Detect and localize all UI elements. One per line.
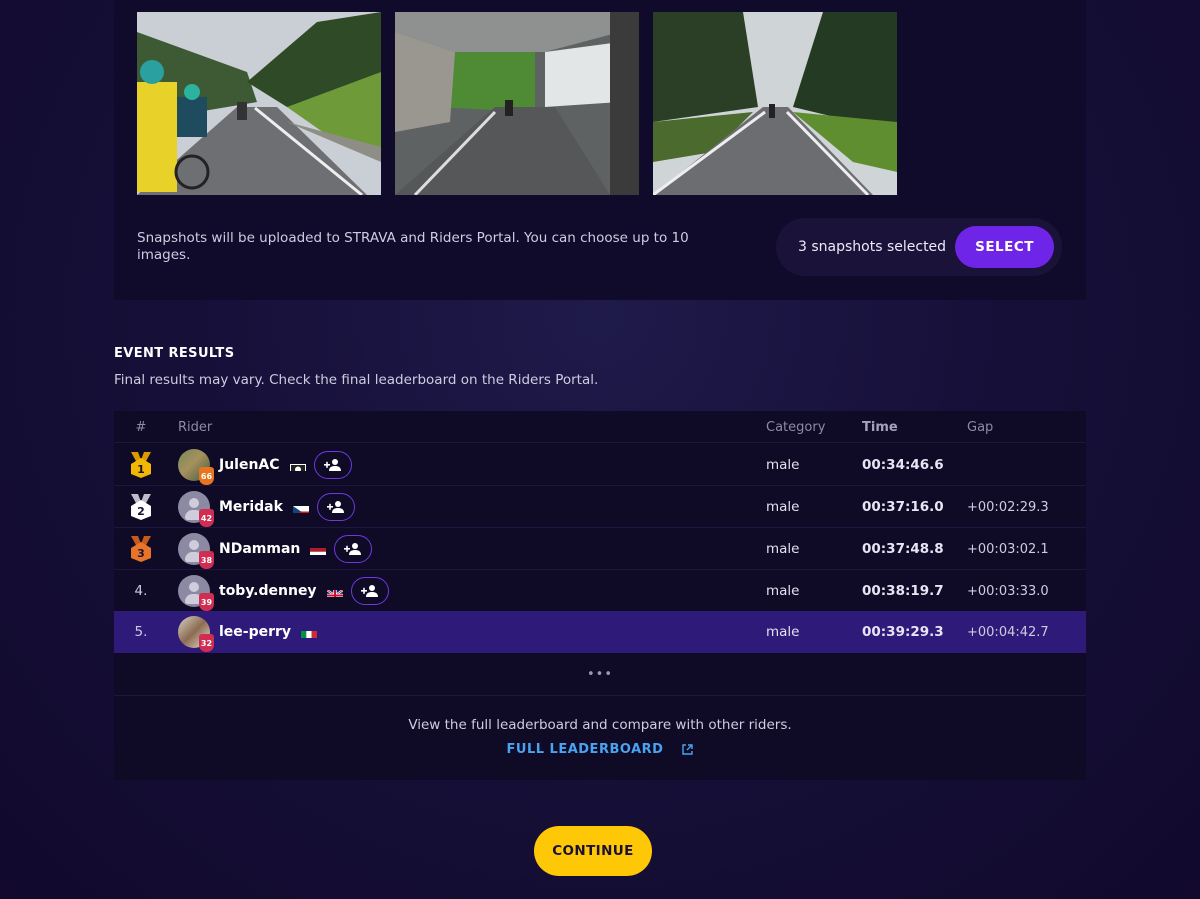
snapshot-select-bar: 3 snapshots selected SELECT [776,218,1062,276]
rider-time: 00:38:19.7 [862,583,944,599]
avatar[interactable]: 39 [178,575,214,611]
snapshot-tunnel-road[interactable] [395,12,639,195]
rider-cell: 38 NDamman [178,528,373,570]
follow-rider-button[interactable] [334,535,373,563]
add-user-icon [360,585,378,597]
rider-name[interactable]: toby.denney [219,583,317,599]
snapshot-upload-note: Snapshots will be uploaded to STRAVA and… [137,230,689,263]
avatar[interactable]: 66 [178,449,214,485]
rider-gap: +00:03:02.1 [967,541,1049,557]
rider-category: male [766,583,800,599]
svg-text:1: 1 [137,463,145,476]
flag-icon [289,460,306,471]
col-rider-header: Rider [178,419,213,435]
avatar[interactable]: 38 [178,533,214,569]
svg-text:2: 2 [137,505,145,518]
level-badge: 39 [199,593,214,611]
level-badge: 32 [199,634,214,652]
rider-cell: 42 Meridak [178,486,355,528]
follow-rider-button[interactable] [350,577,389,605]
snapshot-forest-road[interactable] [653,12,897,195]
snapshot-thumbnails [137,12,897,195]
rider-time: 00:34:46.6 [862,457,944,473]
col-time-header: Time [862,419,898,435]
flag-italy-icon [301,627,318,638]
snapshot-count: 3 snapshots selected [798,239,947,255]
event-results-subtitle: Final results may vary. Check the final … [114,372,599,388]
rider-category: male [766,499,800,515]
level-badge: 42 [199,509,214,527]
table-row: 3 38 NDamman male 00:37:48.8 +00:03:02.1 [114,528,1086,570]
select-snapshots-button[interactable]: SELECT [955,226,1054,268]
rider-name[interactable]: lee-perry [219,624,291,640]
col-rank-header: # [135,419,147,435]
rider-gap: +00:02:29.3 [967,499,1049,515]
leaderboard: # Rider Category Time Gap 1 66 JulenAC m… [114,411,1086,780]
col-category-header: Category [766,419,826,435]
table-row: 2 42 Meridak male 00:37:16.0 +00:02:29.3 [114,486,1086,528]
follow-rider-button[interactable] [313,451,352,479]
continue-button[interactable]: CONTINUE [534,826,652,876]
follow-rider-button[interactable] [316,493,355,521]
rider-category: male [766,624,800,640]
rider-time: 00:37:16.0 [862,499,944,515]
full-leaderboard-link-row: FULL LEADERBOARD [114,742,1086,757]
event-results-title: EVENT RESULTS [114,346,235,361]
rider-cell: 39 toby.denney [178,570,389,612]
add-user-icon [326,501,344,513]
rider-time: 00:39:29.3 [862,624,944,640]
level-badge: 38 [199,551,214,569]
external-link-icon[interactable] [682,744,694,755]
rider-name[interactable]: NDamman [219,541,300,557]
col-gap-header: Gap [967,419,994,435]
rider-rank: 4. [134,583,148,599]
rider-gap: +00:03:33.0 [967,583,1049,599]
rider-time: 00:37:48.8 [862,541,944,557]
rider-category: male [766,457,800,473]
rider-cell: 32 lee-perry [178,611,325,653]
rider-rank: 5. [134,624,148,640]
medal-silver-icon: 2 [114,486,168,528]
event-summary-page: Snapshots will be uploaded to STRAVA and… [0,0,1200,899]
add-user-icon [323,459,341,471]
rider-gap: +00:04:42.7 [967,624,1049,640]
rider-name[interactable]: Meridak [219,499,283,515]
leaderboard-header: # Rider Category Time Gap [114,411,1086,443]
level-badge: 66 [199,467,214,485]
rider-name[interactable]: JulenAC [219,457,280,473]
snapshot-cyclists-road[interactable] [137,12,381,195]
full-leaderboard-link[interactable]: FULL LEADERBOARD [507,742,664,757]
table-row: 1 66 JulenAC male 00:34:46.6 [114,444,1086,486]
table-row: 4. 39 toby.denney male 00:38:19.7 +00:03… [114,570,1086,612]
svg-text:3: 3 [137,547,145,560]
flag-netherlands-icon [310,544,327,555]
more-rows-ellipsis: ••• [114,654,1086,696]
rider-cell: 66 JulenAC [178,444,352,486]
add-user-icon [344,543,362,555]
full-leaderboard-hint: View the full leaderboard and compare wi… [408,717,792,733]
rider-category: male [766,541,800,557]
avatar[interactable]: 42 [178,491,214,527]
medal-gold-icon: 1 [114,444,168,486]
medal-bronze-icon: 3 [114,528,168,570]
avatar[interactable]: 32 [178,616,214,652]
table-row-current-user: 5. 32 lee-perry male 00:39:29.3 +00:04:4… [114,611,1086,653]
snapshots-panel: Snapshots will be uploaded to STRAVA and… [114,0,1086,300]
flag-uk-icon [326,586,343,597]
flag-czech-icon [292,502,309,513]
